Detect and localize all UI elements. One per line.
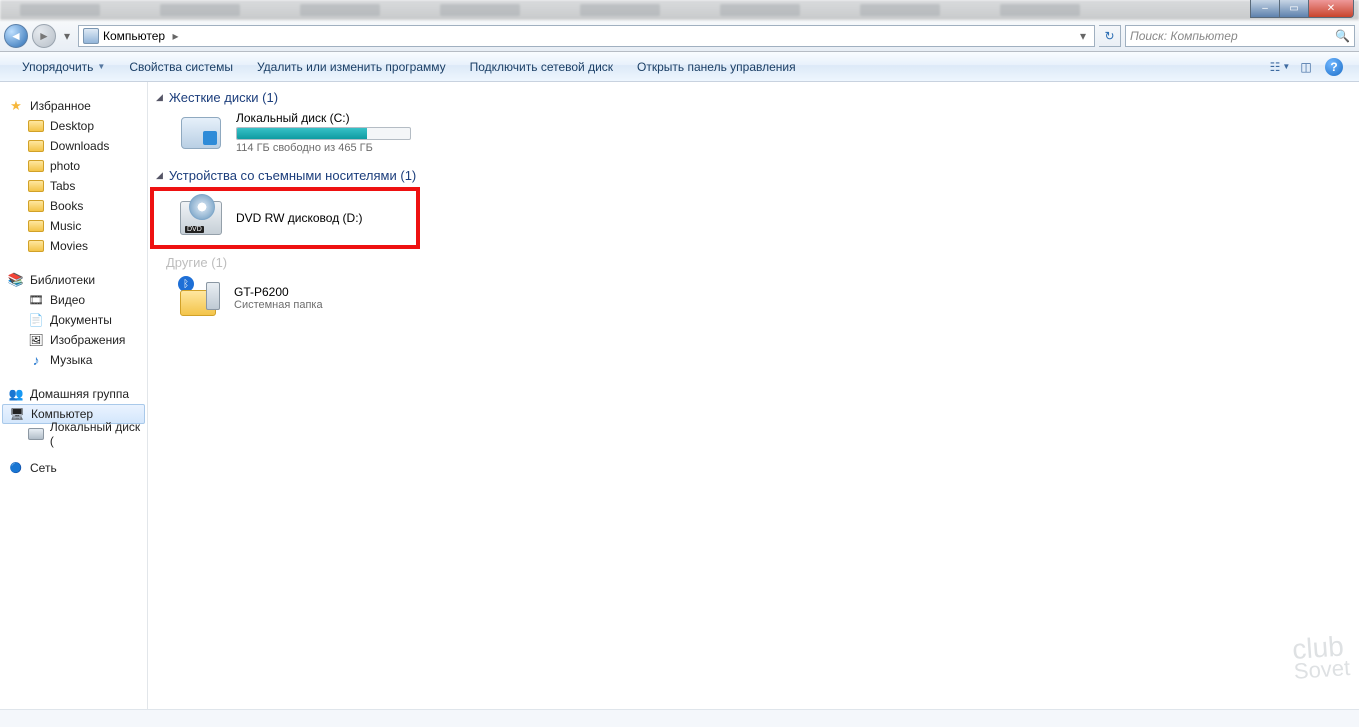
bluetooth-device-icon: ᛒ bbox=[180, 278, 220, 318]
sidebar-item-images[interactable]: Изображения bbox=[0, 330, 147, 350]
libraries-group[interactable]: Библиотеки bbox=[0, 270, 147, 290]
address-bar[interactable]: Компьютер ▸ ▾ bbox=[78, 25, 1095, 47]
drive-title: DVD RW дисковод (D:) bbox=[236, 211, 363, 225]
sidebar-item-music[interactable]: Music bbox=[0, 216, 147, 236]
organize-menu[interactable]: Упорядочить▼ bbox=[10, 52, 117, 81]
disk-icon bbox=[28, 428, 44, 440]
star-icon bbox=[8, 98, 24, 114]
music-icon bbox=[28, 352, 44, 368]
status-bar bbox=[0, 709, 1359, 727]
drive-local-c[interactable]: Локальный диск (C:) 114 ГБ свободно из 4… bbox=[154, 109, 1351, 164]
device-gt-p6200[interactable]: ᛒ GT-P6200 Системная папка bbox=[154, 274, 1351, 322]
address-dropdown-icon[interactable]: ▾ bbox=[1076, 29, 1090, 43]
refresh-button[interactable]: ↻ bbox=[1099, 25, 1121, 47]
sidebar-item-local-disk[interactable]: Локальный диск ( bbox=[0, 424, 147, 444]
search-icon[interactable]: 🔍 bbox=[1335, 29, 1350, 43]
sidebar-item-tabs[interactable]: Tabs bbox=[0, 176, 147, 196]
collapse-icon[interactable]: ◢ bbox=[156, 170, 163, 181]
uninstall-program-button[interactable]: Удалить или изменить программу bbox=[245, 52, 458, 81]
forward-button[interactable]: ► bbox=[32, 24, 56, 48]
sidebar-item-downloads[interactable]: Downloads bbox=[0, 136, 147, 156]
open-control-panel-button[interactable]: Открыть панель управления bbox=[625, 52, 808, 81]
sidebar-item-documents[interactable]: Документы bbox=[0, 310, 147, 330]
section-label: Устройства со съемными носителями (1) bbox=[169, 168, 416, 183]
section-hard-drives[interactable]: ◢ Жесткие диски (1) bbox=[156, 90, 1351, 105]
folder-icon bbox=[28, 160, 44, 172]
device-title: GT-P6200 bbox=[234, 285, 323, 299]
collapse-icon[interactable]: ◢ bbox=[156, 92, 163, 103]
video-icon bbox=[28, 292, 44, 308]
network-group[interactable]: Сеть bbox=[0, 458, 147, 478]
sidebar-item-video[interactable]: Видео bbox=[0, 290, 147, 310]
sidebar-item-music-lib[interactable]: Музыка bbox=[0, 350, 147, 370]
window-controls: – ▭ ✕ bbox=[1251, 0, 1354, 18]
drive-title: Локальный диск (C:) bbox=[236, 111, 411, 125]
search-input[interactable]: Поиск: Компьютер 🔍 bbox=[1125, 25, 1355, 47]
sidebar-item-desktop[interactable]: Desktop bbox=[0, 116, 147, 136]
network-icon bbox=[8, 460, 24, 476]
minimize-button[interactable]: – bbox=[1250, 0, 1280, 18]
navigation-pane: Избранное Desktop Downloads photo Tabs B… bbox=[0, 82, 148, 709]
device-subtitle: Системная папка bbox=[234, 299, 323, 311]
preview-pane-button[interactable]: ◫ bbox=[1293, 56, 1319, 78]
image-icon bbox=[28, 332, 44, 348]
folder-icon bbox=[28, 180, 44, 192]
back-button[interactable]: ◄ bbox=[4, 24, 28, 48]
homegroup-icon bbox=[8, 386, 24, 402]
section-removable[interactable]: ◢ Устройства со съемными носителями (1) bbox=[156, 168, 1351, 183]
help-button[interactable]: ? bbox=[1325, 58, 1343, 76]
folder-icon bbox=[28, 140, 44, 152]
sidebar-item-photo[interactable]: photo bbox=[0, 156, 147, 176]
breadcrumb-location[interactable]: Компьютер bbox=[103, 29, 165, 43]
sidebar-item-movies[interactable]: Movies bbox=[0, 236, 147, 256]
navigation-bar: ◄ ► ▾ Компьютер ▸ ▾ ↻ Поиск: Компьютер 🔍 bbox=[0, 20, 1359, 52]
section-label: Жесткие диски (1) bbox=[169, 90, 278, 105]
folder-icon bbox=[28, 220, 44, 232]
map-network-drive-button[interactable]: Подключить сетевой диск bbox=[458, 52, 625, 81]
libraries-icon bbox=[8, 272, 24, 288]
maximize-button[interactable]: ▭ bbox=[1279, 0, 1309, 18]
workspace: Избранное Desktop Downloads photo Tabs B… bbox=[0, 82, 1359, 709]
folder-icon bbox=[28, 120, 44, 132]
nav-history-dropdown[interactable]: ▾ bbox=[60, 24, 74, 48]
close-button[interactable]: ✕ bbox=[1308, 0, 1354, 18]
breadcrumb-arrow-icon[interactable]: ▸ bbox=[168, 29, 182, 43]
folder-icon bbox=[28, 240, 44, 252]
folder-icon bbox=[28, 200, 44, 212]
breadcrumb[interactable]: Компьютер ▸ bbox=[103, 29, 182, 43]
watermark: clubSovet bbox=[1291, 630, 1351, 685]
view-options-button[interactable]: ☷▼ bbox=[1267, 56, 1293, 78]
command-toolbar: Упорядочить▼ Свойства системы Удалить ил… bbox=[0, 52, 1359, 82]
document-icon bbox=[28, 312, 44, 328]
capacity-text: 114 ГБ свободно из 465 ГБ bbox=[236, 142, 411, 154]
favorites-group[interactable]: Избранное bbox=[0, 96, 147, 116]
content-pane: ◢ Жесткие диски (1) Локальный диск (C:) … bbox=[148, 82, 1359, 709]
hdd-icon bbox=[180, 112, 222, 154]
computer-icon bbox=[83, 28, 99, 44]
section-other-obscured: Другие (1) bbox=[166, 255, 1351, 270]
sidebar-item-books[interactable]: Books bbox=[0, 196, 147, 216]
homegroup-group[interactable]: Домашняя группа bbox=[0, 384, 147, 404]
search-placeholder: Поиск: Компьютер bbox=[1130, 29, 1238, 43]
system-properties-button[interactable]: Свойства системы bbox=[117, 52, 245, 81]
dvd-drive-icon bbox=[180, 197, 222, 239]
capacity-bar bbox=[236, 127, 411, 140]
computer-icon bbox=[9, 406, 25, 422]
background-tab-strip bbox=[0, 0, 1359, 20]
drive-dvd-d-highlighted[interactable]: DVD RW дисковод (D:) bbox=[150, 187, 420, 249]
